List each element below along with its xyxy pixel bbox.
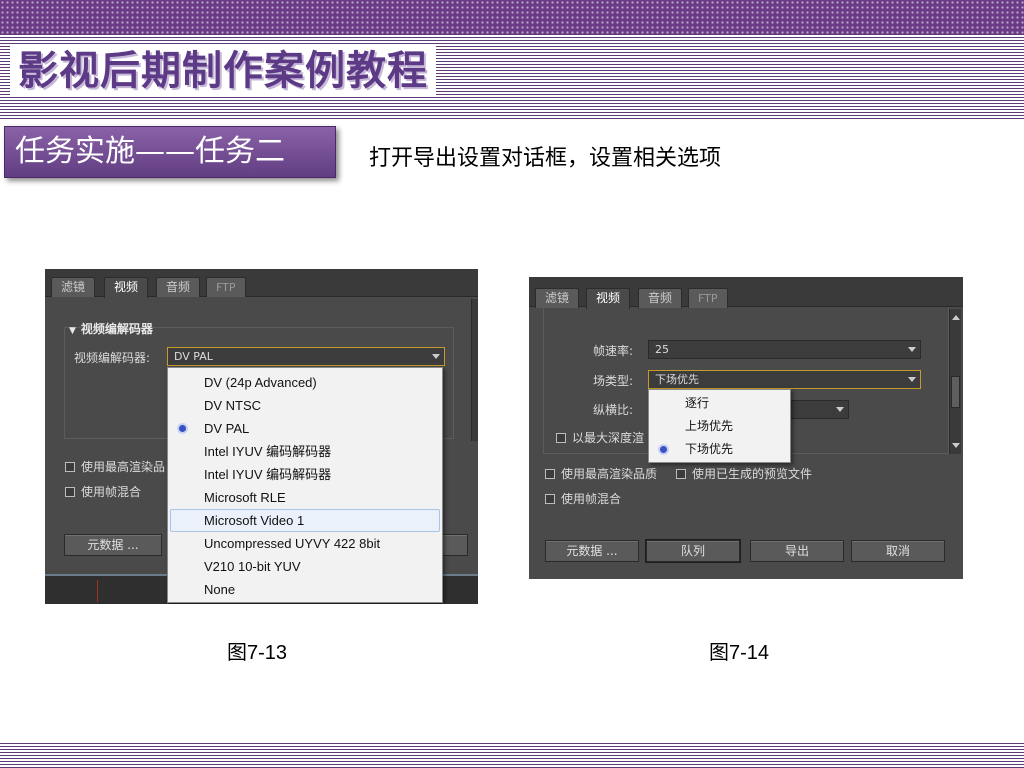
- field-type-label: 场类型:: [593, 374, 634, 388]
- radio-selected-icon: [660, 446, 667, 453]
- chevron-down-icon: [908, 347, 916, 352]
- menu-item-field-type[interactable]: 逐行: [649, 392, 790, 415]
- export-button[interactable]: 导出: [750, 540, 844, 562]
- menu-item-field-type[interactable]: 上场优先: [649, 415, 790, 438]
- chevron-down-icon: [432, 354, 440, 359]
- max-depth-checkbox[interactable]: 以最大深度渲: [556, 429, 644, 446]
- checkbox-box: [65, 487, 75, 497]
- menu-item-codec-hovered[interactable]: Microsoft Video 1: [170, 509, 440, 532]
- chevron-down-icon: [908, 377, 916, 382]
- hidden-button-edge[interactable]: [440, 534, 468, 556]
- slide-title: 影视后期制作案例教程: [10, 46, 436, 96]
- codec-label: 视频编解码器:: [74, 351, 151, 365]
- header-dot-band: [0, 0, 1024, 34]
- figure-caption-7-14: 图7-14: [709, 642, 770, 664]
- footer-stripes: [0, 743, 1024, 768]
- use-previews-checkbox[interactable]: 使用已生成的预览文件: [676, 465, 812, 482]
- metadata-button[interactable]: 元数据 ...: [545, 540, 639, 562]
- menu-item-codec[interactable]: Microsoft RLE: [168, 486, 442, 509]
- field-type-value: 下场优先: [655, 373, 699, 386]
- section-header[interactable]: ▼ 视频编解码器: [69, 320, 153, 337]
- field-type-dropdown[interactable]: 下场优先: [648, 370, 921, 389]
- export-settings-dialog-codec: 滤镜 视频 音频 FTP ▼ 视频编解码器 视频编解码器: DV PAL 使用最高…: [45, 269, 478, 604]
- menu-item-codec-selected[interactable]: DV PAL: [168, 417, 442, 440]
- metadata-button[interactable]: 元数据 ...: [64, 534, 162, 556]
- radio-selected-icon: [179, 425, 186, 432]
- menu-item-codec[interactable]: V210 10-bit YUV: [168, 555, 442, 578]
- menu-item-codec[interactable]: DV NTSC: [168, 394, 442, 417]
- tab-video[interactable]: 视频: [586, 288, 631, 309]
- collapse-triangle-icon: ▼: [69, 326, 76, 336]
- field-type-options-menu: 逐行 上场优先 下场优先: [648, 389, 791, 463]
- max-render-quality-checkbox[interactable]: 使用最高渲染品质: [545, 465, 657, 482]
- tab-ftp[interactable]: FTP: [688, 288, 728, 308]
- scroll-up-arrow-icon[interactable]: [952, 315, 960, 320]
- tab-bar: 滤镜 视频 音频 FTP: [45, 269, 478, 298]
- checkbox-box: [545, 494, 555, 504]
- checkbox-box: [556, 433, 566, 443]
- aspect-ratio-label: 纵横比:: [593, 403, 634, 417]
- max-render-quality-checkbox[interactable]: 使用最高渲染品: [65, 458, 165, 475]
- settings-scrollbar[interactable]: [471, 299, 478, 441]
- codec-dropdown[interactable]: DV PAL: [167, 347, 445, 366]
- figure-caption-7-13: 图7-13: [227, 642, 288, 664]
- tab-audio[interactable]: 音频: [638, 288, 683, 308]
- playhead-marker: [97, 580, 98, 602]
- cancel-button[interactable]: 取消: [851, 540, 945, 562]
- settings-scrollbar[interactable]: [949, 309, 961, 454]
- frame-blend-checkbox[interactable]: 使用帧混合: [545, 490, 621, 507]
- tab-ftp[interactable]: FTP: [206, 277, 246, 297]
- menu-item-codec[interactable]: None: [168, 578, 442, 601]
- scroll-down-arrow-icon[interactable]: [952, 443, 960, 448]
- menu-item-codec[interactable]: Intel IYUV 编码解码器: [168, 463, 442, 486]
- codec-options-menu: DV (24p Advanced) DV NTSC DV PAL Intel I…: [167, 367, 443, 603]
- task-badge: 任务实施——任务二: [4, 126, 336, 178]
- tab-bar: 滤镜 视频 音频 FTP: [529, 277, 963, 309]
- frame-blend-checkbox[interactable]: 使用帧混合: [65, 483, 141, 500]
- menu-item-codec[interactable]: Intel IYUV 编码解码器: [168, 440, 442, 463]
- frame-rate-value: 25: [655, 343, 669, 356]
- checkbox-box: [676, 469, 686, 479]
- export-settings-dialog-field: 滤镜 视频 音频 FTP 帧速率: 25 场类型: 下场优先 纵横比: 以最大深…: [529, 277, 963, 579]
- frame-rate-label: 帧速率:: [593, 344, 634, 358]
- codec-dropdown-value: DV PAL: [174, 350, 213, 363]
- instruction-text: 打开导出设置对话框，设置相关选项: [369, 146, 722, 171]
- scroll-thumb[interactable]: [951, 376, 960, 408]
- queue-button[interactable]: 队列: [646, 540, 740, 562]
- tab-audio[interactable]: 音频: [156, 277, 201, 297]
- checkbox-box: [545, 469, 555, 479]
- chevron-down-icon: [836, 407, 844, 412]
- menu-item-codec[interactable]: Uncompressed UYVY 422 8bit: [168, 532, 442, 555]
- checkbox-box: [65, 462, 75, 472]
- tab-filters[interactable]: 滤镜: [535, 288, 580, 308]
- frame-rate-dropdown[interactable]: 25: [648, 340, 921, 359]
- tab-video[interactable]: 视频: [104, 277, 149, 298]
- menu-item-codec[interactable]: DV (24p Advanced): [168, 371, 442, 394]
- menu-item-field-type-selected[interactable]: 下场优先: [649, 438, 790, 461]
- tab-filters[interactable]: 滤镜: [51, 277, 96, 297]
